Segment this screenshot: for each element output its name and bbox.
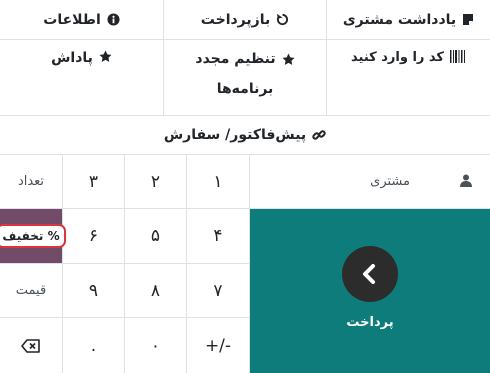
enter-code-label: کد را وارد کنید <box>351 50 444 65</box>
star-icon <box>282 53 295 66</box>
chevron-left-icon <box>342 246 398 302</box>
info-icon <box>107 13 120 26</box>
reset-programs-line2: برنامه‌ها <box>216 81 274 97</box>
numpad-key-1-label: ۱ <box>213 171 223 192</box>
quotation-order-button[interactable]: پیش‌فاکتور/ سفارش <box>0 116 490 155</box>
numpad-sign-toggle[interactable]: +/- <box>187 318 250 373</box>
numpad-key-0[interactable]: ۰ <box>125 318 187 373</box>
barcode-icon <box>449 50 466 63</box>
customer-label: مشتری <box>370 174 410 189</box>
reward-label: پاداش <box>51 50 93 66</box>
numpad-backspace[interactable] <box>0 318 63 373</box>
numpad-key-1[interactable]: ۱ <box>187 155 250 209</box>
price-label: قیمت <box>15 283 47 298</box>
numpad-key-9[interactable]: ۹ <box>63 264 125 318</box>
star-icon <box>99 50 112 63</box>
numpad-quantity-mode[interactable]: تعداد <box>0 155 63 209</box>
numpad-key-7-label: ۷ <box>213 280 223 301</box>
customer-note-label: یادداشت مشتری <box>342 11 457 28</box>
backspace-icon <box>21 338 41 353</box>
info-label: اطلاعات <box>43 11 101 28</box>
link-icon <box>312 128 326 142</box>
numpad-key-8-label: ۸ <box>150 280 161 301</box>
numpad-discount-mode[interactable]: % تخفیف <box>0 209 66 264</box>
customer-button[interactable]: مشتری <box>250 155 490 209</box>
quantity-label: تعداد <box>17 174 45 189</box>
numpad-key-5[interactable]: ۵ <box>125 209 187 264</box>
refund-label: بازپرداخت <box>200 11 271 28</box>
numpad-key-3[interactable]: ۳ <box>63 155 125 209</box>
user-icon <box>460 172 472 191</box>
numpad-key-7[interactable]: ۷ <box>187 264 250 318</box>
customer-note-button[interactable]: یادداشت مشتری <box>327 0 490 40</box>
info-button[interactable]: اطلاعات <box>0 0 164 40</box>
enter-code-button[interactable]: کد را وارد کنید <box>327 40 490 116</box>
numpad-key-2-label: ۲ <box>150 171 161 192</box>
refund-button[interactable]: بازپرداخت <box>164 0 327 40</box>
reward-button[interactable]: پاداش <box>0 40 164 116</box>
note-icon <box>462 13 474 26</box>
numpad-key-0-label: ۰ <box>150 335 161 356</box>
reset-programs-button[interactable]: تنظیم مجدد برنامه‌ها <box>164 40 327 116</box>
reset-programs-line1: تنظیم مجدد <box>195 51 276 67</box>
numpad-key-6-label: ۶ <box>88 226 99 246</box>
discount-label: % تخفیف <box>0 224 66 248</box>
numpad-key-3-label: ۳ <box>88 171 99 192</box>
numpad-decimal[interactable]: . <box>63 318 125 373</box>
numpad-key-4[interactable]: ۴ <box>187 209 250 264</box>
sign-toggle-label: +/- <box>204 335 232 356</box>
undo-icon <box>276 13 289 26</box>
numpad-key-9-label: ۹ <box>88 280 99 301</box>
numpad-key-4-label: ۴ <box>213 226 223 246</box>
quotation-label: پیش‌فاکتور/ سفارش <box>163 127 307 143</box>
decimal-label: . <box>90 335 97 356</box>
payment-button[interactable]: پرداخت <box>250 209 490 373</box>
numpad-key-2[interactable]: ۲ <box>125 155 187 209</box>
numpad-key-5-label: ۵ <box>150 226 161 246</box>
numpad-key-8[interactable]: ۸ <box>125 264 187 318</box>
payment-label: پرداخت <box>346 315 394 330</box>
numpad-key-6[interactable]: ۶ <box>63 209 125 264</box>
numpad-price-mode[interactable]: قیمت <box>0 264 63 318</box>
